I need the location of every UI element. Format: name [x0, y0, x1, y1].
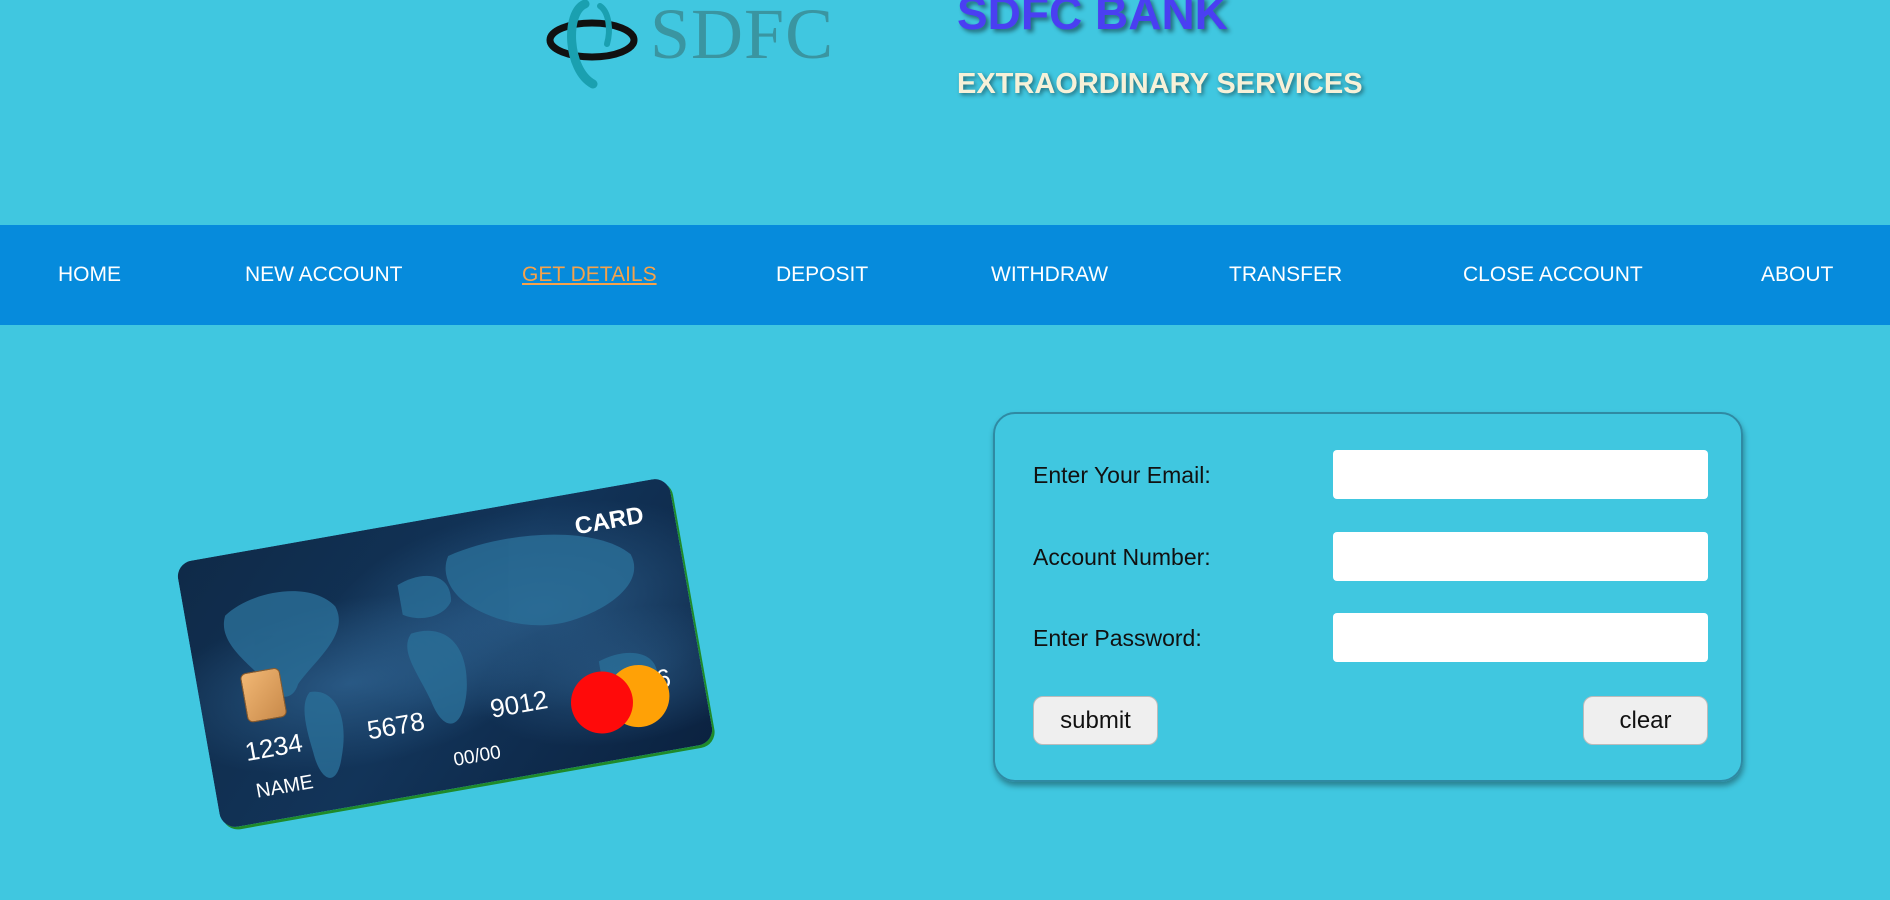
nav-get-details[interactable]: GET DETAILS — [522, 225, 657, 325]
account-number-label: Account Number: — [1033, 544, 1211, 570]
nav-close-account[interactable]: CLOSE ACCOUNT — [1463, 225, 1643, 325]
credit-card-illustration: CARD 1234 5678 9012 3456 NAME 00/00 — [175, 476, 715, 830]
email-label: Enter Your Email: — [1033, 462, 1211, 488]
nav-withdraw[interactable]: WITHDRAW — [991, 225, 1108, 325]
clear-button[interactable]: clear — [1583, 696, 1708, 745]
bank-title: SDFC BANK — [957, 0, 1228, 39]
account-number-field[interactable] — [1333, 532, 1708, 581]
main-nav: HOME NEW ACCOUNT GET DETAILS DEPOSIT WIT… — [0, 225, 1890, 325]
password-label: Enter Password: — [1033, 625, 1202, 651]
submit-button[interactable]: submit — [1033, 696, 1158, 745]
nav-about[interactable]: ABOUT — [1761, 225, 1833, 325]
nav-home[interactable]: HOME — [58, 225, 121, 325]
logo-text: SDFC — [650, 0, 835, 74]
bank-logo: SDFC — [545, 0, 833, 90]
nav-deposit[interactable]: DEPOSIT — [776, 225, 868, 325]
chip-icon — [239, 667, 288, 724]
email-field[interactable] — [1333, 450, 1708, 499]
credit-card: CARD 1234 5678 9012 3456 NAME 00/00 — [175, 476, 715, 830]
nav-transfer[interactable]: TRANSFER — [1229, 225, 1342, 325]
get-details-form: Enter Your Email: Account Number: Enter … — [993, 412, 1743, 782]
nav-new-account[interactable]: NEW ACCOUNT — [245, 225, 403, 325]
password-field[interactable] — [1333, 613, 1708, 662]
bank-tagline: EXTRAORDINARY SERVICES — [957, 68, 1363, 100]
logo-swoosh-icon — [546, 0, 638, 89]
